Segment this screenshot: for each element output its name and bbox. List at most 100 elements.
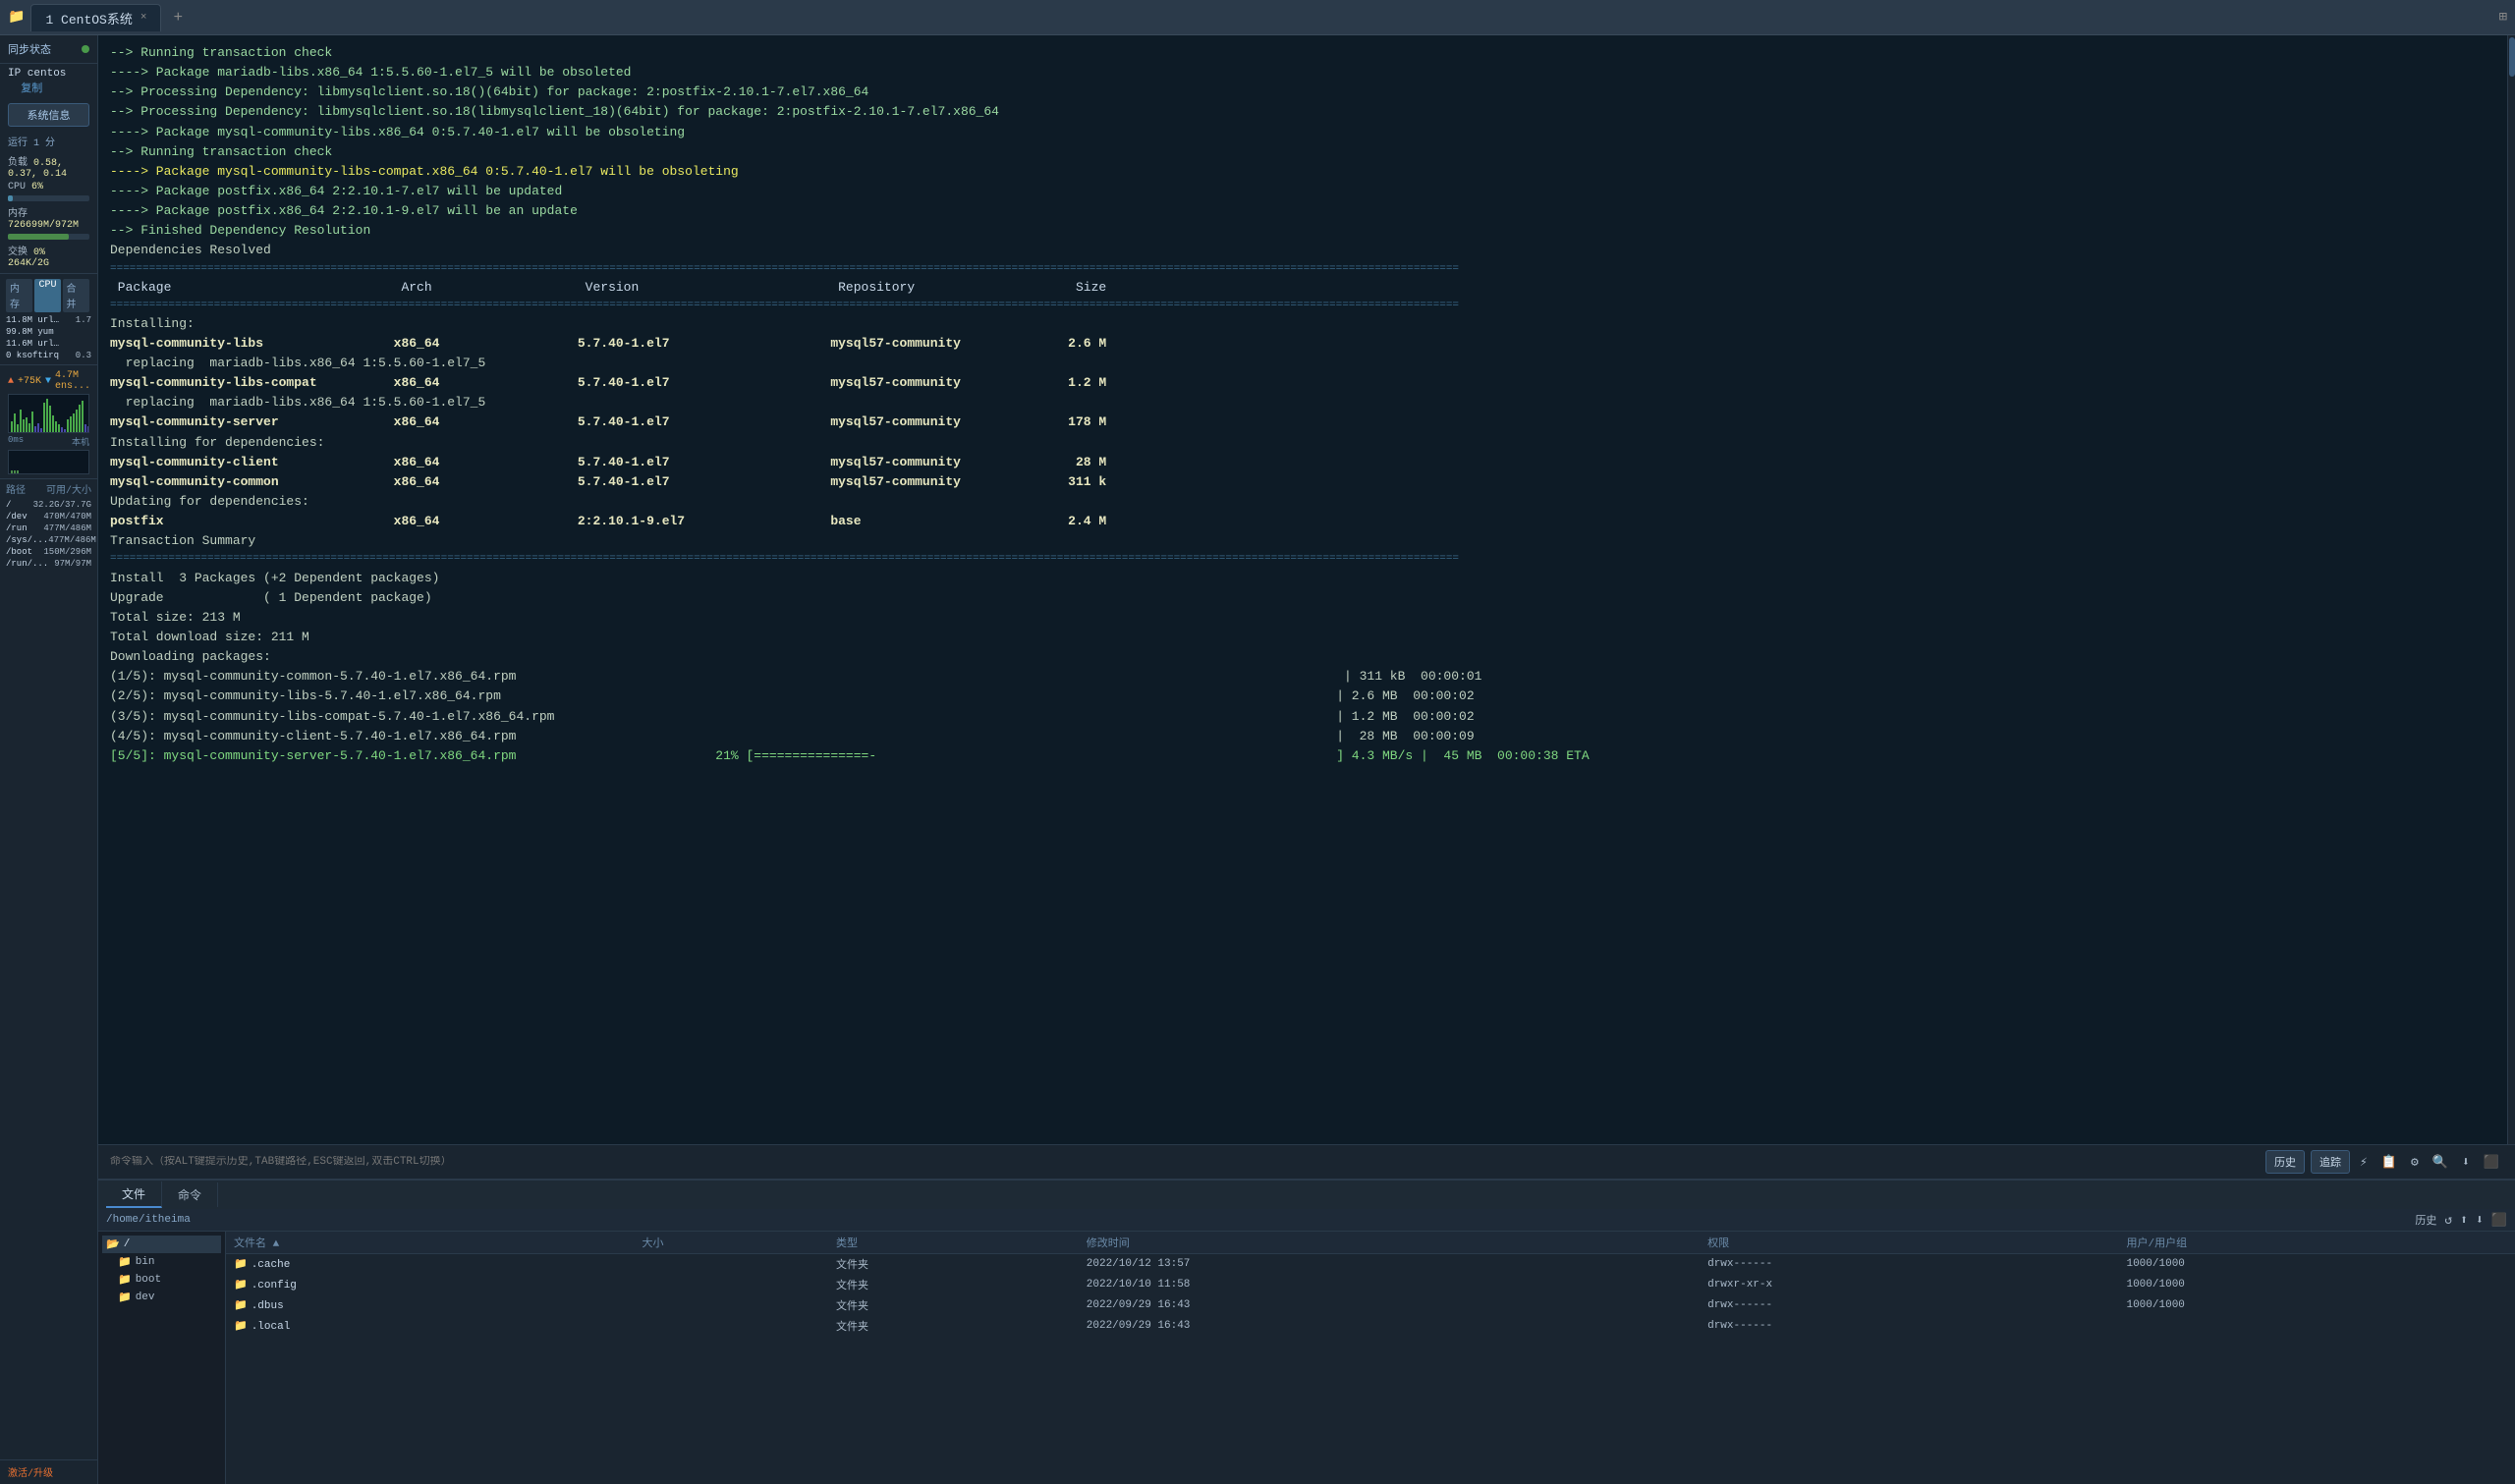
file-name: 📁.config [226, 1275, 635, 1295]
col-size[interactable]: 大小 [635, 1232, 829, 1254]
file-size [635, 1316, 829, 1337]
swap-metric: 交换 0% 264K/2G [0, 242, 97, 270]
net-section: ▲+75K ▼4.7M ens... [0, 368, 97, 478]
terminal-line: Total size: 213 M [110, 608, 2503, 628]
col-name[interactable]: 文件名 ▲ [226, 1232, 635, 1254]
terminal-line: Upgrade ( 1 Dependent package) [110, 588, 2503, 608]
col-modified[interactable]: 修改时间 [1079, 1232, 1700, 1254]
swap-value: 0% 264K/2G [8, 247, 49, 269]
sysinfo-button[interactable]: 系统信息 [8, 103, 89, 127]
scrollbar-thumb[interactable] [2509, 37, 2515, 77]
terminal-line: (2/5): mysql-community-libs-5.7.40-1.el7… [110, 687, 2503, 706]
file-perms: drwx------ [1700, 1316, 2118, 1337]
terminal-line: replacing mariadb-libs.x86_64 1:5.5.60-1… [110, 393, 2503, 412]
net-latency: 0ms [8, 435, 24, 448]
lightning-icon[interactable]: ⚡ [2356, 1153, 2372, 1172]
tree-item-root[interactable]: 📂 / [102, 1236, 221, 1253]
sync-dot [82, 45, 89, 53]
fm-header-row: 文件名 ▲ 大小 类型 修改时间 权限 用户/用户组 [226, 1232, 2515, 1254]
col-perms[interactable]: 权限 [1700, 1232, 2118, 1254]
activate-button[interactable]: 激活/升级 [0, 1459, 97, 1484]
tree-item-boot[interactable]: 📁 boot [102, 1271, 221, 1289]
terminal-line: ----> Package mysql-community-libs-compa… [110, 162, 2503, 182]
file-size [635, 1295, 829, 1316]
tab-label: 1 CentOS系统 [45, 9, 132, 27]
terminal-line: Package Arch Version Repository Size [110, 278, 2503, 298]
terminal-line: Install 3 Packages (+2 Dependent package… [110, 569, 2503, 588]
file-perms: drwxr-xr-x [1700, 1275, 2118, 1295]
tab-commands[interactable]: 命令 [162, 1182, 218, 1207]
file-owner: 1000/1000 [2118, 1275, 2515, 1295]
cmd-input[interactable] [110, 1156, 2265, 1168]
proc-row-1: 11.8M urlgrabl 1.7 [0, 314, 97, 326]
terminal-line: Transaction Summary [110, 531, 2503, 551]
cpu-value: 6% [31, 182, 43, 192]
tab-close-button[interactable]: × [140, 12, 147, 24]
trace-button[interactable]: 追踪 [2311, 1150, 2350, 1174]
topbar: 📁 1 CentOS系统 × + ⊞ [0, 0, 2515, 35]
tree-item-dev[interactable]: 📁 dev [102, 1289, 221, 1306]
fm-toolbar: /home/itheima 历史 ↺ ⬆ ⬇ ⬛ [98, 1209, 2515, 1232]
col-type[interactable]: 类型 [828, 1232, 1079, 1254]
file-manager: /home/itheima 历史 ↺ ⬆ ⬇ ⬛ 📂 / 📁 bin [98, 1209, 2515, 1484]
file-owner [2118, 1316, 2515, 1337]
terminal-line: replacing mariadb-libs.x86_64 1:5.5.60-1… [110, 354, 2503, 373]
disk-header-path: 路径 [6, 481, 26, 497]
proc-name-2: 99.8M yum [6, 327, 54, 337]
table-row[interactable]: 📁.config 文件夹 2022/10/10 11:58 drwxr-xr-x… [226, 1275, 2515, 1295]
proc-tab-cpu[interactable]: CPU [34, 279, 60, 312]
terminal-line: --> Finished Dependency Resolution [110, 221, 2503, 241]
cpu-bar [8, 195, 89, 201]
stop-icon[interactable]: ⬛ [2480, 1153, 2503, 1172]
terminal-line: [5/5]: mysql-community-server-5.7.40-1.e… [110, 746, 2503, 766]
terminal-line: --> Processing Dependency: libmysqlclien… [110, 102, 2503, 122]
disk-header-avail: 可用/大小 [46, 481, 91, 497]
settings-icon[interactable]: ⚙ [2407, 1153, 2423, 1172]
add-tab-button[interactable]: + [165, 9, 191, 27]
terminal-tab[interactable]: 1 CentOS系统 × [30, 4, 161, 31]
disk-row-1: / 32.2G/37.7G [0, 499, 97, 511]
table-row[interactable]: 📁.cache 文件夹 2022/10/12 13:57 drwx------ … [226, 1254, 2515, 1275]
disk-row-5: /boot 150M/296M [0, 546, 97, 558]
cmd-input-area[interactable] [110, 1156, 2265, 1168]
col-owner[interactable]: 用户/用户组 [2118, 1232, 2515, 1254]
terminal-line: Installing for dependencies: [110, 433, 2503, 453]
proc-tab-merged[interactable]: 合并 [63, 279, 89, 312]
terminal-line: --> Processing Dependency: libmysqlclien… [110, 82, 2503, 102]
net-local-label: 本机 [72, 435, 89, 448]
proc-cpu-1: 1.7 [76, 315, 91, 325]
disk-row-3: /run 477M/486M [0, 522, 97, 534]
tab-files[interactable]: 文件 [106, 1182, 162, 1208]
fm-down-btn[interactable]: ⬇ [2476, 1213, 2484, 1228]
table-row[interactable]: 📁.dbus 文件夹 2022/09/29 16:43 drwx------ 1… [226, 1295, 2515, 1316]
file-size [635, 1254, 829, 1275]
fm-history-label[interactable]: 历史 [2415, 1212, 2436, 1228]
table-row[interactable]: 📁.local 文件夹 2022/09/29 16:43 drwx------ [226, 1316, 2515, 1337]
search-icon[interactable]: 🔍 [2429, 1153, 2452, 1172]
terminal-line: (4/5): mysql-community-client-5.7.40-1.e… [110, 727, 2503, 746]
clipboard-icon[interactable]: 📋 [2377, 1153, 2401, 1172]
fm-path: /home/itheima [106, 1214, 191, 1226]
net-time-row: 0ms 本机 [8, 435, 89, 448]
file-perms: drwx------ [1700, 1254, 2118, 1275]
disk-header: 路径 可用/大小 [0, 478, 97, 499]
terminal[interactable]: --> Running transaction check----> Packa… [98, 35, 2515, 1144]
proc-name-3: 11.6M urlgrabl [6, 339, 60, 349]
proc-row-3: 11.6M urlgrabl [0, 338, 97, 350]
fm-up-btn[interactable]: ⬆ [2460, 1213, 2468, 1228]
terminal-scrollbar[interactable] [2507, 35, 2515, 1144]
proc-row-4: 0 ksoftirq 0.3 [0, 350, 97, 361]
net-chart [8, 394, 89, 433]
terminal-lines: --> Running transaction check----> Packa… [110, 43, 2503, 766]
fm-refresh-btn[interactable]: ↺ [2444, 1213, 2452, 1228]
sync-row: 同步状态 [0, 35, 97, 64]
history-button[interactable]: 历史 [2265, 1150, 2305, 1174]
tree-item-bin[interactable]: 📁 bin [102, 1253, 221, 1271]
fm-stop-btn[interactable]: ⬛ [2491, 1213, 2507, 1228]
fm-content: 📂 / 📁 bin 📁 boot 📁 dev [98, 1232, 2515, 1484]
copy-button[interactable]: 复制 [21, 83, 42, 95]
download-icon[interactable]: ⬇ [2458, 1153, 2474, 1172]
proc-tab-mem[interactable]: 内存 [6, 279, 32, 312]
terminal-line: --> Running transaction check [110, 142, 2503, 162]
file-modified: 2022/10/12 13:57 [1079, 1254, 1700, 1275]
